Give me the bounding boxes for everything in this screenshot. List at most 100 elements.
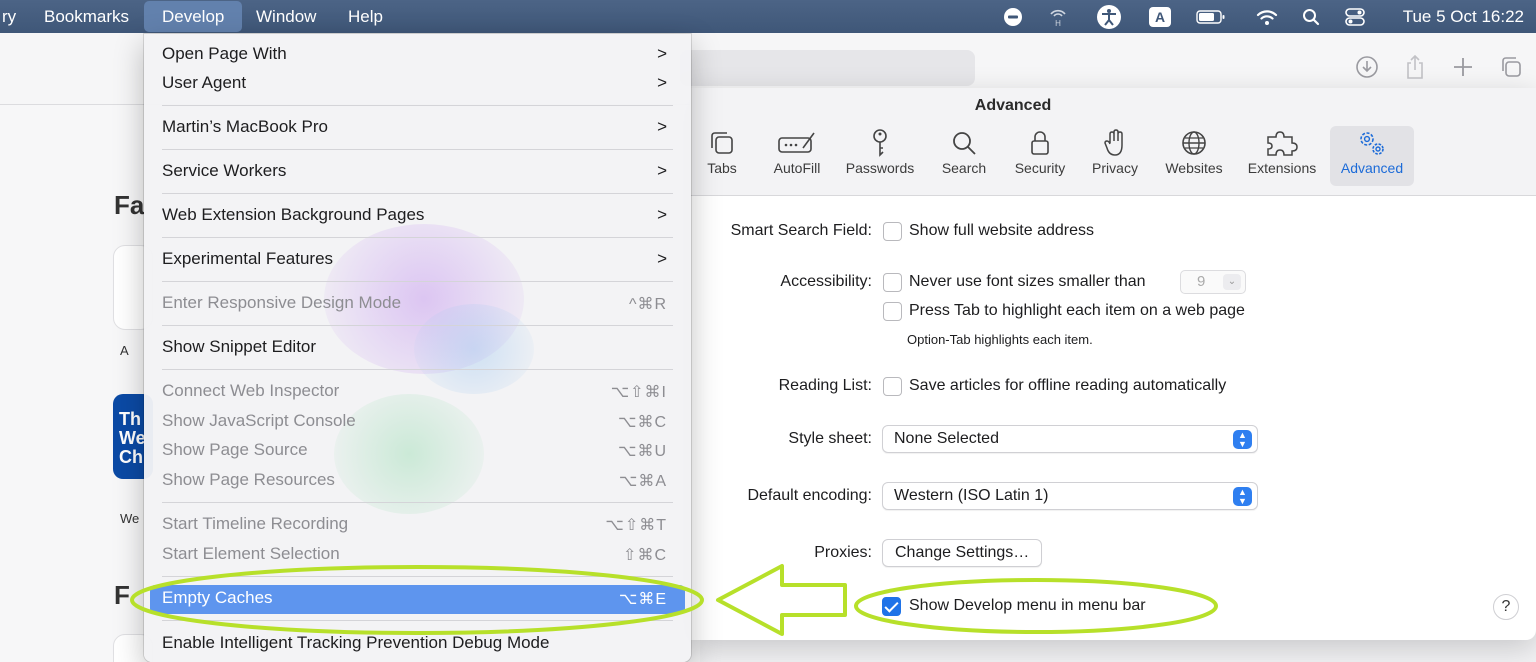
menu-window[interactable]: Window [246, 0, 326, 33]
address-bar[interactable] [680, 50, 975, 86]
press-tab-label: Press Tab to highlight each item on a we… [909, 302, 1245, 319]
menu-item-timeline-recording[interactable]: Start Timeline Recording ⌥⇧⌘T [150, 511, 685, 540]
menu-item-open-page-with[interactable]: Open Page With > [150, 41, 685, 70]
tab-advanced-label: Advanced [1340, 160, 1404, 176]
menu-item-page-source[interactable]: Show Page Source ⌥⌘U [150, 437, 685, 466]
tab-security[interactable]: Security [1008, 126, 1072, 186]
chevron-right-icon: > [657, 205, 667, 224]
change-settings-button[interactable]: Change Settings… [882, 539, 1043, 567]
battery-icon[interactable] [1196, 0, 1226, 33]
new-tab-icon[interactable] [1448, 52, 1478, 82]
reading-list-checkbox[interactable] [883, 377, 902, 396]
chevron-right-icon: > [657, 117, 667, 136]
reading-list-label: Reading List: [778, 377, 872, 394]
spotlight-search-icon[interactable] [1302, 0, 1320, 33]
key-icon [840, 126, 920, 160]
tab-extensions-label: Extensions [1247, 160, 1317, 176]
menu-item-shortcut: ⌥⇧⌘T [605, 517, 667, 534]
default-encoding-label: Default encoding: [747, 487, 872, 504]
dnd-icon[interactable] [1003, 0, 1023, 33]
menu-separator [162, 369, 673, 370]
style-sheet-label: Style sheet: [788, 430, 872, 447]
accessibility-icon[interactable] [1096, 0, 1122, 33]
style-sheet-select[interactable]: None Selected ▲ ▼ [882, 425, 1258, 453]
autofill-icon [766, 126, 828, 160]
show-full-address-label: Show full website address [909, 222, 1094, 239]
menu-item-user-agent[interactable]: User Agent > [150, 70, 685, 99]
style-sheet-value: None Selected [894, 430, 999, 447]
menu-item-shortcut: ⌥⇧⌘I [610, 384, 667, 401]
tab-search[interactable]: Search [936, 126, 992, 186]
stepper-icon: ▲ ▼ [1233, 487, 1252, 506]
tab-websites[interactable]: Websites [1158, 126, 1230, 186]
downloads-icon[interactable] [1352, 52, 1382, 82]
menu-item-connect-web-inspector[interactable]: Connect Web Inspector ⌥⇧⌘I [150, 378, 685, 407]
tab-search-label: Search [941, 160, 987, 176]
menu-develop[interactable]: Develop [144, 1, 243, 32]
tab-tabs-label: Tabs [707, 160, 737, 176]
min-font-size-select[interactable]: 9 ⌄ [1180, 270, 1246, 294]
tab-overview-icon[interactable] [1496, 52, 1526, 82]
input-source-badge: A [1149, 6, 1171, 27]
tab-websites-label: Websites [1165, 160, 1223, 176]
menu-item-javascript-console[interactable]: Show JavaScript Console ⌥⌘C [150, 408, 685, 437]
menu-item-page-resources[interactable]: Show Page Resources ⌥⌘A [150, 467, 685, 496]
show-develop-menu-label: Show Develop menu in menu bar [909, 597, 1146, 614]
min-font-size-label: Never use font sizes smaller than [909, 273, 1146, 290]
menu-item-itp-debug-mode[interactable]: Enable Intelligent Tracking Prevention D… [150, 630, 685, 659]
chevron-down-icon: ⌄ [1223, 274, 1241, 290]
menu-item-responsive-design-mode[interactable]: Enter Responsive Design Mode ^⌘R [150, 290, 685, 319]
default-encoding-select[interactable]: Western (ISO Latin 1) ▲ ▼ [882, 482, 1258, 510]
menu-bookmarks[interactable]: Bookmarks [34, 0, 139, 33]
tab-extensions[interactable]: Extensions [1242, 126, 1322, 186]
menu-history[interactable]: ry [0, 0, 26, 33]
input-source-icon[interactable]: A [1149, 0, 1171, 33]
help-button[interactable]: ? [1493, 594, 1519, 620]
menu-separator [162, 576, 673, 577]
menu-item-shortcut: ⌥⌘U [618, 443, 667, 460]
tabs-icon [700, 126, 744, 160]
search-icon [936, 126, 992, 160]
menu-item-shortcut: ⌥⌘C [618, 414, 667, 431]
menu-item-shortcut: ⌥⌘A [618, 473, 667, 490]
menu-item-snippet-editor[interactable]: Show Snippet Editor [150, 334, 685, 363]
show-develop-menu-checkbox[interactable] [882, 597, 901, 616]
menu-help[interactable]: Help [338, 0, 393, 33]
wifi-icon[interactable] [1256, 0, 1278, 33]
tab-passwords[interactable]: Passwords [840, 126, 920, 186]
menu-separator [162, 149, 673, 150]
proxies-label: Proxies: [814, 544, 872, 561]
tab-tabs[interactable]: Tabs [700, 126, 744, 186]
default-encoding-value: Western (ISO Latin 1) [894, 487, 1049, 504]
chevron-right-icon: > [657, 161, 667, 180]
globe-icon [1158, 126, 1230, 160]
menu-separator [162, 193, 673, 194]
menu-item-shortcut: ⌥⌘E [618, 591, 667, 608]
reading-list-option-label: Save articles for offline reading automa… [909, 377, 1227, 394]
show-full-address-checkbox[interactable] [883, 222, 902, 241]
share-icon[interactable] [1400, 52, 1430, 82]
stepper-icon: ▲ ▼ [1233, 430, 1252, 449]
accessibility-label: Accessibility: [780, 273, 872, 290]
menu-separator [162, 105, 673, 106]
menu-item-empty-caches[interactable]: Empty Caches ⌥⌘E [150, 585, 685, 614]
control-center-icon[interactable] [1344, 0, 1366, 33]
min-font-size-checkbox[interactable] [883, 273, 902, 292]
menu-item-element-selection[interactable]: Start Element Selection ⇧⌘C [150, 541, 685, 570]
tab-autofill[interactable]: AutoFill [766, 126, 828, 186]
menu-separator [162, 620, 673, 621]
press-tab-checkbox[interactable] [883, 302, 902, 321]
tab-advanced[interactable]: Advanced [1330, 126, 1414, 186]
menu-item-macbook-pro[interactable]: Martin’s MacBook Pro > [150, 114, 685, 143]
hotspot-icon[interactable]: H [1048, 0, 1068, 33]
menu-item-web-extension-pages[interactable]: Web Extension Background Pages > [150, 202, 685, 231]
menu-separator [162, 502, 673, 503]
menu-bar-clock[interactable]: Tue 5 Oct 16:22 [1403, 0, 1524, 33]
menu-item-service-workers[interactable]: Service Workers > [150, 158, 685, 187]
menu-item-experimental-features[interactable]: Experimental Features > [150, 246, 685, 275]
chevron-right-icon: > [657, 249, 667, 268]
tab-security-label: Security [1014, 160, 1066, 176]
smart-search-label: Smart Search Field: [730, 222, 872, 239]
min-font-size-value: 9 [1197, 273, 1206, 290]
tab-privacy[interactable]: Privacy [1086, 126, 1144, 186]
